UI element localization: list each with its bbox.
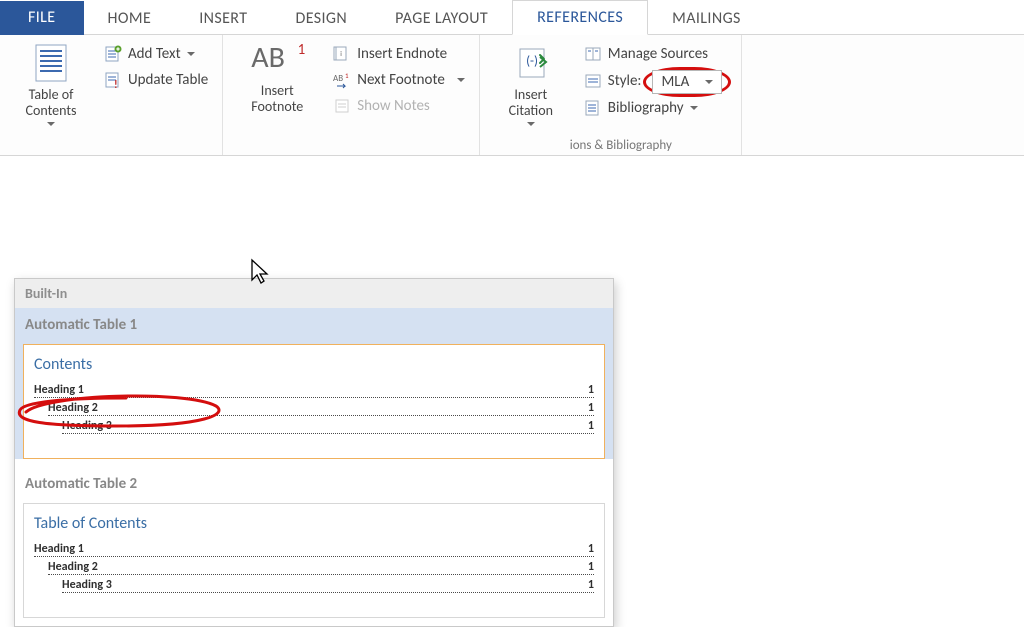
tab-design[interactable]: DESIGN [271, 2, 371, 35]
group-footnotes: AB1 Insert Footnote i Insert Endnote A [223, 35, 480, 155]
chevron-down-icon [690, 106, 698, 114]
tab-home[interactable]: HOME [84, 2, 176, 35]
citation-style-value: MLA [661, 71, 689, 93]
show-notes-icon [333, 97, 351, 115]
tab-page-layout[interactable]: PAGE LAYOUT [371, 2, 512, 35]
insert-citation-label: Insert Citation [509, 87, 553, 119]
add-text-icon [104, 45, 122, 63]
add-text-label: Add Text [128, 45, 181, 63]
manage-sources-button[interactable]: Manage Sources [578, 43, 734, 65]
insert-citation-icon: (-) [514, 43, 548, 83]
toc-preview-row: Heading 11 [34, 539, 594, 557]
group-table-of-contents: Table of Contents Add Text [0, 35, 223, 155]
citation-style-row: Style: MLA [578, 69, 734, 93]
update-table-button[interactable]: ! Update Table [98, 69, 214, 91]
table-of-contents-button[interactable]: Table of Contents [6, 41, 96, 132]
ribbon-body: Table of Contents Add Text [0, 35, 1024, 156]
toc-preview-2: Table of Contents Heading 11 Heading 21 … [23, 503, 605, 618]
insert-citation-button[interactable]: (-) Insert Citation [486, 41, 576, 132]
table-of-contents-label: Table of Contents [26, 87, 77, 119]
svg-text:(-): (-) [526, 54, 538, 69]
chevron-down-icon [705, 80, 713, 88]
chevron-down-icon [527, 122, 535, 130]
insert-endnote-button[interactable]: i Insert Endnote [327, 43, 471, 65]
toc-preview-title: Contents [34, 355, 594, 374]
next-footnote-icon: AB 1 [333, 71, 351, 89]
show-notes-label: Show Notes [357, 97, 430, 115]
table-of-contents-icon [34, 43, 68, 83]
insert-footnote-button[interactable]: AB1 Insert Footnote [229, 41, 325, 117]
style-icon [584, 72, 602, 90]
gallery-header-builtin: Built-In [15, 279, 613, 308]
table-of-contents-gallery[interactable]: Built-In Automatic Table 1 Contents Head… [14, 278, 614, 627]
svg-text:1: 1 [345, 71, 349, 80]
tab-file[interactable]: FILE [0, 1, 84, 35]
bibliography-label: Bibliography [608, 99, 684, 117]
tab-references[interactable]: REFERENCES [512, 0, 648, 35]
gallery-item-title: Automatic Table 1 [15, 308, 613, 340]
tab-mailings[interactable]: MAILINGS [648, 2, 765, 35]
group-citations-bibliography: (-) Insert Citation [480, 35, 743, 155]
ribbon-tabstrip: FILE HOME INSERT DESIGN PAGE LAYOUT REFE… [0, 0, 1024, 35]
next-footnote-label: Next Footnote [357, 71, 445, 89]
insert-footnote-label: Insert Footnote [251, 83, 303, 115]
gallery-item-automatic-table-1[interactable]: Automatic Table 1 Contents Heading 11 He… [15, 308, 613, 459]
toc-preview-row: Heading 21 [48, 557, 594, 575]
show-notes-button: Show Notes [327, 95, 471, 117]
gallery-item-title: Automatic Table 2 [15, 467, 613, 499]
chevron-down-icon [47, 122, 55, 130]
toc-preview-row: Heading 31 [62, 575, 594, 593]
chevron-down-icon [457, 78, 465, 86]
toc-preview-1: Contents Heading 11 Heading 21 Heading 3… [23, 344, 605, 459]
insert-footnote-icon: AB1 [251, 43, 303, 83]
style-label: Style: [608, 72, 642, 90]
insert-endnote-label: Insert Endnote [357, 45, 447, 63]
add-text-button[interactable]: Add Text [98, 43, 214, 65]
group-label-text: ions & Bibliography [570, 138, 672, 153]
toc-preview-row: Heading 21 [48, 398, 594, 416]
manage-sources-label: Manage Sources [608, 45, 708, 63]
chevron-down-icon [187, 52, 195, 60]
svg-text:!: ! [114, 78, 118, 89]
toc-preview-row: Heading 11 [34, 380, 594, 398]
gallery-item-automatic-table-2[interactable]: Automatic Table 2 Table of Contents Head… [15, 467, 613, 618]
next-footnote-button[interactable]: AB 1 Next Footnote [327, 69, 471, 91]
toc-preview-row: Heading 31 [62, 416, 594, 434]
group-label-citations: Citaions & Bibliography [486, 134, 736, 153]
citation-style-select[interactable]: MLA [652, 70, 722, 94]
bibliography-icon [584, 99, 602, 117]
tab-insert[interactable]: INSERT [175, 2, 271, 35]
svg-text:AB: AB [333, 73, 343, 84]
bibliography-button[interactable]: Bibliography [578, 97, 734, 119]
update-table-icon: ! [104, 71, 122, 89]
manage-sources-icon [584, 45, 602, 63]
annotation-mla-circle: MLA [643, 67, 731, 97]
insert-endnote-icon: i [333, 45, 351, 63]
toc-preview-title: Table of Contents [34, 514, 594, 533]
update-table-label: Update Table [128, 71, 208, 89]
